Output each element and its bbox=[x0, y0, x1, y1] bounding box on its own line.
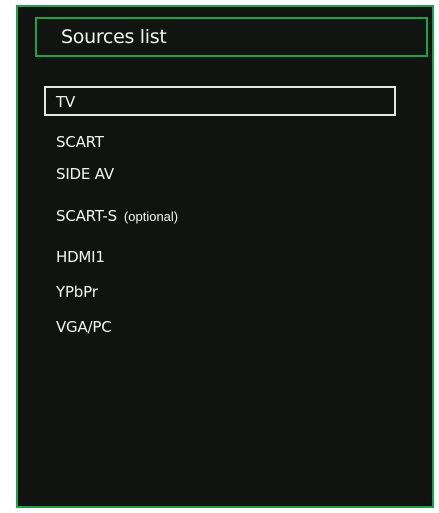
source-item-hdmi1[interactable]: HDMI1 bbox=[44, 243, 396, 273]
source-item-scart[interactable]: SCART bbox=[44, 128, 396, 158]
source-item-vga-pc[interactable]: VGA/PC bbox=[44, 313, 396, 343]
source-item-label: HDMI1 bbox=[56, 248, 105, 266]
source-list: TV SCART SIDE AV SCART-S (optional) HDMI1… bbox=[18, 7, 432, 506]
source-item-label: SCART bbox=[56, 133, 104, 151]
source-item-label: TV bbox=[56, 93, 76, 111]
optional-note: (optional) bbox=[123, 209, 179, 224]
source-item-tv[interactable]: TV bbox=[44, 86, 396, 116]
source-item-scart-s[interactable]: SCART-S (optional) bbox=[44, 202, 396, 232]
source-item-label: YPbPr bbox=[56, 283, 98, 301]
source-item-side-av[interactable]: SIDE AV bbox=[44, 160, 396, 190]
source-item-label: SCART-S bbox=[56, 207, 117, 225]
source-item-label: VGA/PC bbox=[56, 318, 112, 336]
source-item-label: SIDE AV bbox=[56, 165, 114, 183]
source-item-ypbpr[interactable]: YPbPr bbox=[44, 278, 396, 308]
sources-list-panel: Sources list TV SCART SIDE AV SCART-S (op… bbox=[16, 5, 434, 508]
